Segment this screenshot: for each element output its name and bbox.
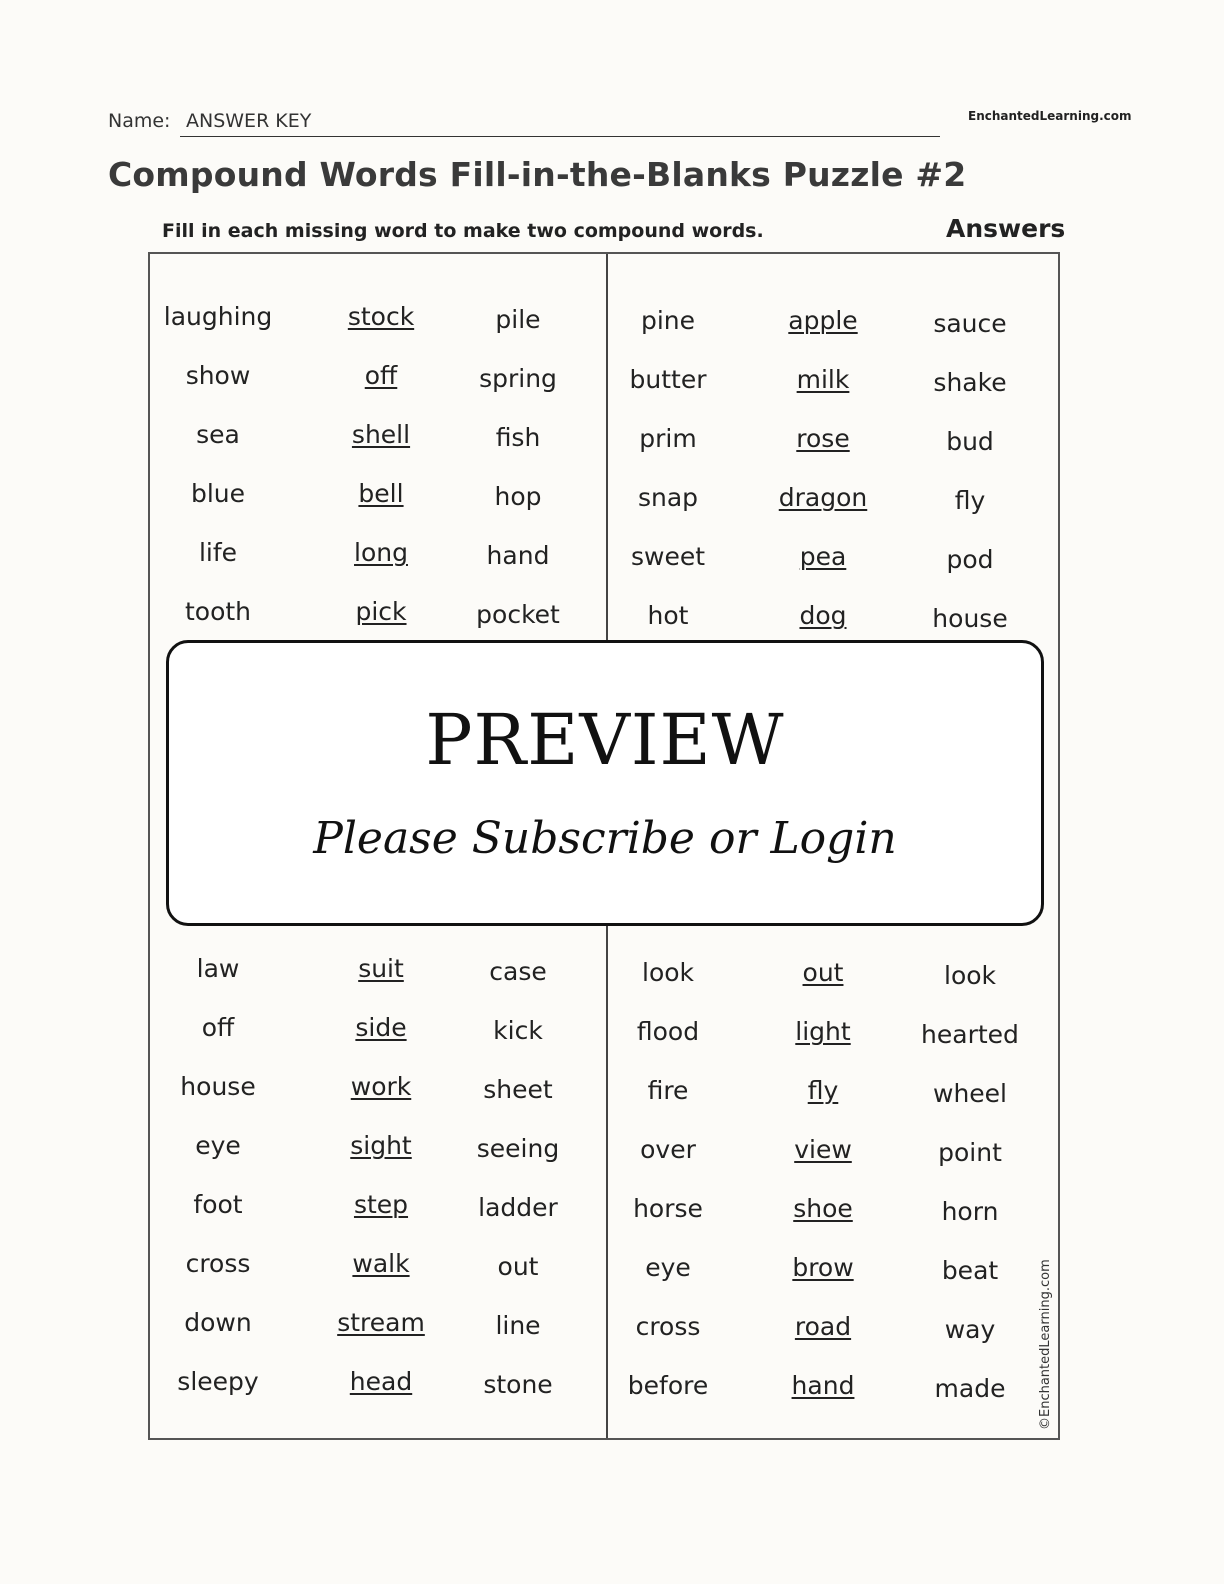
- first-word: flood: [636, 1017, 700, 1046]
- first-word: show: [185, 361, 251, 390]
- instructions: Fill in each missing word to make two co…: [162, 220, 764, 242]
- first-word: look: [641, 958, 695, 987]
- answer-word: suit: [358, 954, 404, 983]
- answer-word: long: [354, 538, 408, 567]
- second-word: fly: [954, 486, 986, 515]
- first-word: eye: [195, 1131, 241, 1160]
- answers-label: Answers: [946, 214, 1066, 243]
- preview-overlay[interactable]: PREVIEW Please Subscribe or Login: [166, 640, 1044, 926]
- second-word: spring: [479, 364, 557, 393]
- first-word: before: [627, 1371, 709, 1400]
- first-word: cross: [185, 1249, 251, 1278]
- first-word: sweet: [630, 542, 706, 571]
- first-word: snap: [637, 483, 699, 512]
- first-word: off: [201, 1013, 235, 1042]
- first-word: life: [198, 538, 238, 567]
- answer-word: stream: [337, 1308, 425, 1337]
- second-word: pod: [946, 545, 994, 574]
- second-word: sauce: [933, 309, 1007, 338]
- first-word: tooth: [184, 597, 252, 626]
- first-word: pine: [640, 306, 696, 335]
- answer-word: sight: [350, 1131, 412, 1160]
- first-word: laughing: [163, 302, 273, 331]
- brand-logo-text: EnchantedLearning.com: [968, 109, 1132, 123]
- answer-word: milk: [796, 365, 850, 394]
- first-word: horse: [633, 1194, 703, 1223]
- answer-word: road: [794, 1312, 852, 1341]
- first-word: butter: [629, 365, 707, 394]
- first-word: sleepy: [177, 1367, 259, 1396]
- answer-word: bell: [358, 479, 404, 508]
- second-word: stone: [483, 1370, 553, 1399]
- name-field: ANSWER KEY: [180, 110, 940, 137]
- answer-word: off: [364, 361, 398, 390]
- answer-word: out: [802, 958, 844, 987]
- second-word: hop: [494, 482, 542, 511]
- answer-word: brow: [792, 1253, 854, 1282]
- first-word: law: [196, 954, 240, 983]
- answer-word: shoe: [793, 1194, 853, 1223]
- answer-word: pick: [355, 597, 407, 626]
- second-word: pocket: [476, 600, 560, 629]
- first-word: house: [180, 1072, 256, 1101]
- second-word: house: [932, 604, 1008, 633]
- answer-word: rose: [796, 424, 850, 453]
- second-word: sheet: [483, 1075, 553, 1104]
- second-word: horn: [941, 1197, 999, 1226]
- second-word: pile: [495, 305, 541, 334]
- answer-word: view: [794, 1135, 852, 1164]
- second-word: made: [934, 1374, 1006, 1403]
- second-word: look: [943, 961, 997, 990]
- answer-word: pea: [799, 542, 847, 571]
- second-word: beat: [941, 1256, 999, 1285]
- second-word: bud: [946, 427, 994, 456]
- answer-word: dragon: [778, 483, 868, 512]
- first-word: eye: [645, 1253, 691, 1282]
- first-word: down: [184, 1308, 252, 1337]
- first-word: foot: [193, 1190, 243, 1219]
- first-word: blue: [190, 479, 246, 508]
- answer-word: fly: [807, 1076, 839, 1105]
- second-word: seeing: [476, 1134, 560, 1163]
- second-word: shake: [933, 368, 1007, 397]
- second-word: hand: [486, 541, 550, 570]
- second-word: out: [497, 1252, 539, 1281]
- first-word: hot: [647, 601, 689, 630]
- second-word: way: [944, 1315, 996, 1344]
- answer-word: apple: [788, 306, 858, 335]
- page-title: Compound Words Fill-in-the-Blanks Puzzle…: [108, 155, 967, 194]
- answer-word: step: [353, 1190, 409, 1219]
- preview-title: PREVIEW: [425, 699, 785, 781]
- subscribe-login-prompt[interactable]: Please Subscribe or Login: [169, 813, 1041, 864]
- second-word: kick: [493, 1016, 543, 1045]
- answer-word: dog: [799, 601, 847, 630]
- second-word: case: [489, 957, 547, 986]
- second-word: wheel: [933, 1079, 1007, 1108]
- answer-word: light: [795, 1017, 851, 1046]
- second-word: point: [938, 1138, 1002, 1167]
- copyright-text: ©EnchantedLearning.com: [1038, 1259, 1053, 1430]
- first-word: fire: [647, 1076, 689, 1105]
- second-word: ladder: [478, 1193, 558, 1222]
- name-label: Name:: [108, 110, 171, 132]
- first-word: over: [640, 1135, 696, 1164]
- name-value: ANSWER KEY: [186, 110, 312, 132]
- second-word: fish: [495, 423, 541, 452]
- answer-word: head: [349, 1367, 413, 1396]
- answer-word: work: [350, 1072, 412, 1101]
- first-word: cross: [635, 1312, 701, 1341]
- second-word: line: [495, 1311, 541, 1340]
- first-word: sea: [196, 420, 240, 449]
- answer-word: walk: [352, 1249, 410, 1278]
- answer-word: hand: [791, 1371, 855, 1400]
- answer-word: shell: [351, 420, 411, 449]
- answer-word: stock: [347, 302, 415, 331]
- second-word: hearted: [921, 1020, 1019, 1049]
- answer-word: side: [355, 1013, 407, 1042]
- first-word: prim: [639, 424, 697, 453]
